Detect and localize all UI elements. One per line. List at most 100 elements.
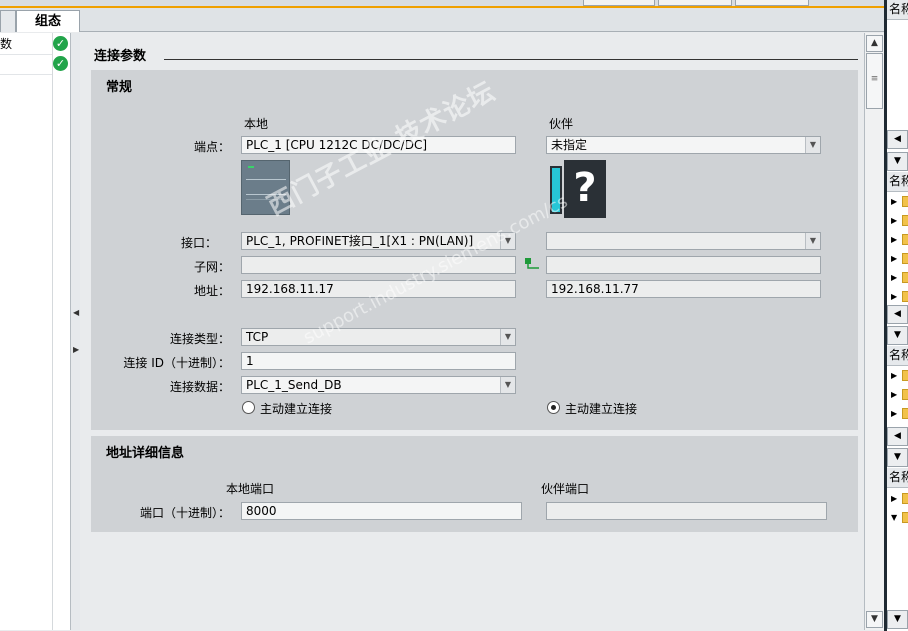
dropdown-arrow-icon[interactable]: ▼ (500, 233, 515, 249)
subnet-local-field (241, 256, 516, 274)
connection-id-input[interactable]: 1 (241, 352, 516, 370)
unknown-device-icon: ? (547, 160, 606, 219)
chevron-down-icon[interactable]: ▼ (887, 326, 908, 345)
chevron-down-icon[interactable]: ▼ (887, 448, 908, 467)
folder-icon (902, 253, 908, 264)
tree-folder-item[interactable]: ▶ (887, 268, 908, 287)
top-tab-2[interactable] (658, 0, 732, 6)
vertical-scrollbar[interactable]: ▲ ≡ ▼ (864, 33, 884, 630)
port-label: 端口（十进制）： (139, 506, 230, 520)
panel-splitter[interactable]: ◀ ▶ (70, 33, 80, 630)
right-side-panel: 名称 ◀ ▼ 名称 ▶ ▶ ▶ ▶ ▶ ▶ ◀ ▼ 名称 ▶ ▶ ▶ ◀ ▼ 名… (884, 0, 908, 631)
address-details-title: 地址详细信息 (106, 446, 185, 461)
tab-config[interactable]: 组态 (16, 10, 80, 32)
active-partner-radio[interactable] (547, 401, 560, 414)
network-icon (525, 258, 539, 269)
local-header: 本地 (244, 117, 269, 131)
tree-folder-item[interactable]: ▶ (887, 230, 908, 249)
folder-icon (902, 512, 908, 523)
folder-icon (902, 291, 908, 302)
active-local-radio[interactable] (242, 401, 255, 414)
connection-type-label: 连接类型： (169, 332, 230, 346)
radio-selected-dot (551, 405, 556, 410)
folder-icon (902, 215, 908, 226)
local-port-input[interactable]: 8000 (241, 502, 522, 520)
connection-data-value: PLC_1_Send_DB (246, 378, 342, 392)
tree-folder-item[interactable]: ▶ (887, 211, 908, 230)
check-icon: ✓ (53, 56, 68, 71)
endpoint-label: 端点： (193, 140, 230, 154)
name-column-header: 名称 (887, 468, 908, 488)
chevron-down-icon[interactable]: ▼ (887, 152, 908, 171)
folder-icon (902, 370, 908, 381)
folder-icon (902, 196, 908, 207)
tree-item-label: 数 (0, 37, 13, 51)
connection-data-label: 连接数据： (169, 380, 230, 394)
tree-folder-item[interactable]: ▶ (887, 404, 908, 423)
general-title: 常规 (106, 80, 133, 95)
folder-icon (902, 234, 908, 245)
chevron-down-icon[interactable]: ▼ (887, 610, 908, 629)
address-label: 地址： (193, 284, 230, 298)
top-tab-1[interactable] (583, 0, 655, 6)
collapse-left-icon[interactable]: ◀ (73, 308, 79, 317)
folder-icon (902, 272, 908, 283)
local-port-header: 本地端口 (226, 482, 275, 496)
tab-previous[interactable] (0, 10, 16, 32)
address-partner-field[interactable]: 192.168.11.77 (546, 280, 821, 298)
name-column-header: 名称 (887, 172, 908, 192)
active-partner-label: 主动建立连接 (565, 402, 638, 416)
section-title: 连接参数 (94, 49, 147, 64)
scroll-down-icon[interactable]: ▼ (866, 611, 883, 628)
endpoint-partner-select[interactable]: 未指定 ▼ (546, 136, 821, 154)
interface-local-select[interactable]: PLC_1, PROFINET接口_1[X1 : PN(LAN)] ▼ (241, 232, 516, 250)
check-icon: ✓ (53, 36, 68, 51)
active-local-label: 主动建立连接 (260, 402, 333, 416)
tree-folder-item[interactable]: ▶ (887, 489, 908, 508)
partner-header: 伙伴 (549, 117, 574, 131)
partner-port-header: 伙伴端口 (541, 482, 590, 496)
expand-right-icon[interactable]: ▶ (73, 345, 79, 354)
interface-partner-select[interactable]: ▼ (546, 232, 821, 250)
folder-icon (902, 493, 908, 504)
connection-type-value: TCP (246, 330, 269, 344)
plc-device-image (241, 160, 290, 215)
collapse-left-icon[interactable]: ◀ (887, 130, 908, 149)
tree-folder-item[interactable]: ▶ (887, 249, 908, 268)
tree-folder-item[interactable]: ▼ (887, 508, 908, 527)
section-divider (164, 59, 858, 60)
tab-row (0, 8, 884, 32)
folder-icon (902, 408, 908, 419)
scroll-up-icon[interactable]: ▲ (866, 35, 883, 52)
collapse-left-icon[interactable]: ◀ (887, 305, 908, 324)
tree-folder-item[interactable]: ▶ (887, 192, 908, 211)
tree-item-1[interactable]: 数 (0, 35, 52, 55)
tree-column-divider (52, 33, 53, 630)
dropdown-arrow-icon[interactable]: ▼ (805, 137, 820, 153)
tree-folder-item[interactable]: ▶ (887, 287, 908, 306)
name-column-header: 名称 (887, 0, 908, 20)
top-tab-3[interactable] (735, 0, 809, 6)
left-tree-panel: 数 ✓ ✓ (0, 33, 80, 630)
connection-id-label: 连接 ID（十进制）： (123, 356, 230, 370)
dropdown-arrow-icon[interactable]: ▼ (500, 377, 515, 393)
dropdown-arrow-icon[interactable]: ▼ (805, 233, 820, 249)
dropdown-arrow-icon[interactable]: ▼ (500, 329, 515, 345)
tree-folder-item[interactable]: ▶ (887, 366, 908, 385)
tree-folder-item[interactable]: ▶ (887, 385, 908, 404)
scroll-thumb[interactable]: ≡ (866, 53, 883, 109)
connection-type-select[interactable]: TCP ▼ (241, 328, 516, 346)
address-local-field: 192.168.11.17 (241, 280, 516, 298)
interface-local-value: PLC_1, PROFINET接口_1[X1 : PN(LAN)] (246, 234, 474, 248)
subnet-partner-field (546, 256, 821, 274)
tree-item-2[interactable] (0, 55, 52, 75)
partner-port-input[interactable] (546, 502, 827, 520)
interface-label: 接口： (180, 236, 217, 250)
subnet-label: 子网： (193, 260, 230, 274)
endpoint-partner-value: 未指定 (551, 138, 588, 152)
endpoint-local-field[interactable]: PLC_1 [CPU 1212C DC/DC/DC] (241, 136, 516, 154)
connection-data-select[interactable]: PLC_1_Send_DB ▼ (241, 376, 516, 394)
folder-icon (902, 389, 908, 400)
name-column-header: 名称 (887, 346, 908, 366)
collapse-left-icon[interactable]: ◀ (887, 427, 908, 446)
